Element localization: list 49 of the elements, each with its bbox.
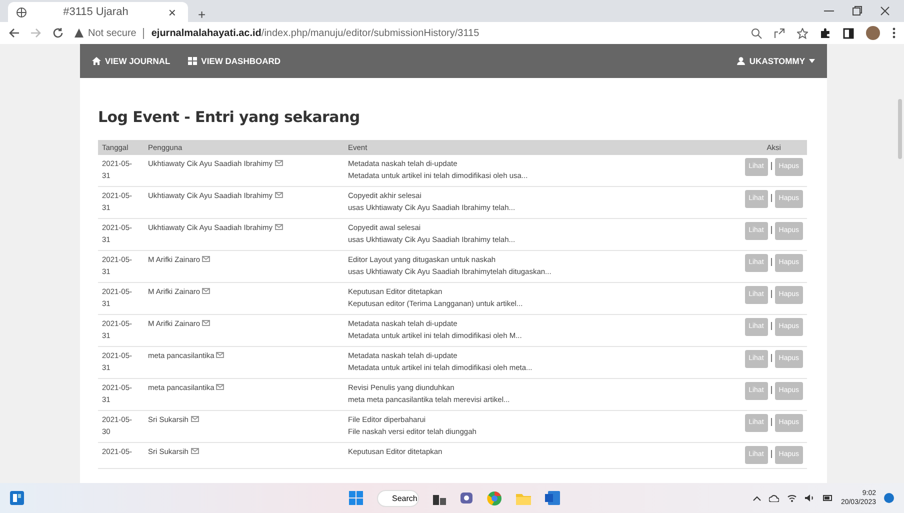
mail-icon[interactable] xyxy=(202,256,210,262)
windows-icon[interactable] xyxy=(349,491,363,505)
mail-icon[interactable] xyxy=(216,352,224,358)
url-text: ejurnalmalahayati.ac.id/index.php/manuju/editor/submissionHistory/3115 xyxy=(151,28,480,38)
mail-icon[interactable] xyxy=(190,416,199,422)
zoom-icon[interactable] xyxy=(751,28,762,38)
mail-icon[interactable] xyxy=(274,224,283,230)
warning-icon xyxy=(74,28,84,38)
more-icon[interactable] xyxy=(892,27,896,39)
user-icon xyxy=(737,57,746,65)
home-icon xyxy=(92,57,101,65)
globe-icon xyxy=(16,6,27,18)
dashboard-icon xyxy=(188,57,198,65)
browser-tab[interactable]: #3115 Ujarah × xyxy=(8,2,188,22)
page-title: Log Event - Entri yang sekarang xyxy=(98,108,361,126)
restore-icon[interactable] xyxy=(852,6,862,16)
browser-icon[interactable] xyxy=(487,490,502,506)
mail-icon[interactable] xyxy=(274,192,283,198)
wifi-icon[interactable] xyxy=(786,494,797,502)
chat-icon[interactable] xyxy=(460,492,473,504)
back-icon[interactable] xyxy=(8,27,20,39)
new-tab-button[interactable]: + xyxy=(194,7,210,22)
avatar-icon[interactable] xyxy=(866,26,880,40)
mail-icon[interactable] xyxy=(274,160,283,166)
user-menu[interactable]: UKASTOMMY xyxy=(737,56,815,66)
nav-link[interactable]: VIEW JOURNAL xyxy=(92,56,170,66)
close-icon[interactable] xyxy=(880,6,890,16)
sidebar-icon[interactable] xyxy=(843,28,854,38)
reload-icon[interactable] xyxy=(52,27,64,39)
speaker-icon[interactable] xyxy=(804,494,815,502)
puzzle-icon[interactable] xyxy=(820,28,831,38)
mail-icon[interactable] xyxy=(202,320,210,326)
mail-icon[interactable] xyxy=(216,384,224,390)
security-label: Not secure xyxy=(88,28,136,38)
nav-link[interactable]: VIEW DASHBOARD xyxy=(188,56,281,66)
word-icon[interactable] xyxy=(545,491,560,505)
search-field[interactable]: Search xyxy=(377,490,419,506)
chevron-up-icon[interactable] xyxy=(752,496,761,500)
star-icon[interactable] xyxy=(797,28,808,38)
cloud-icon[interactable] xyxy=(768,494,779,502)
mail-icon[interactable] xyxy=(190,448,199,454)
notification-icon[interactable] xyxy=(884,493,894,503)
mail-icon[interactable] xyxy=(202,288,210,294)
battery-icon[interactable] xyxy=(822,494,833,502)
widgets-icon[interactable] xyxy=(10,491,24,505)
caret-icon xyxy=(809,59,815,63)
share-icon[interactable] xyxy=(774,28,785,38)
close-tab-button[interactable]: × xyxy=(164,4,180,20)
scrollbar-thumb[interactable] xyxy=(898,99,902,159)
